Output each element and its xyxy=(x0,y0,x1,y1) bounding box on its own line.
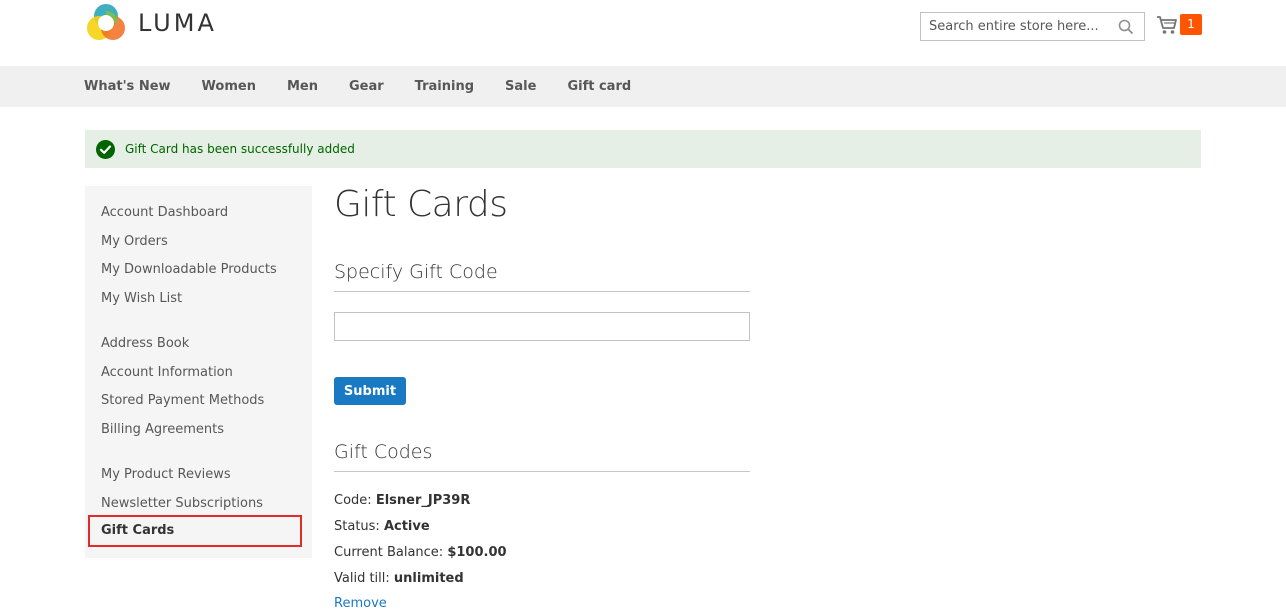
gift-code-input[interactable] xyxy=(334,312,750,341)
nav-item-women[interactable]: Women xyxy=(202,79,256,94)
sidebar-item-billing-agreements[interactable]: Billing Agreements xyxy=(101,422,224,437)
page-title: Gift Cards xyxy=(334,184,508,225)
nav-item-men[interactable]: Men xyxy=(287,79,318,94)
specify-gift-code-heading: Specify Gift Code xyxy=(334,261,750,292)
nav-item-whats-new[interactable]: What's New xyxy=(84,79,171,94)
sidebar-item-stored-payment-methods[interactable]: Stored Payment Methods xyxy=(101,393,264,408)
account-sidebar: Account Dashboard My Orders My Downloada… xyxy=(85,186,312,558)
main-navigation: What's New Women Men Gear Training Sale … xyxy=(0,66,1286,107)
cart-count-badge: 1 xyxy=(1180,14,1202,35)
balance-value: $100.00 xyxy=(447,545,507,560)
gift-code-row: Code: Elsner_JP39R xyxy=(334,493,470,508)
remove-link[interactable]: Remove xyxy=(334,596,387,611)
luma-logo[interactable]: LUMA xyxy=(86,3,217,43)
logo-text: LUMA xyxy=(138,9,217,37)
balance-label: Current Balance: xyxy=(334,545,444,560)
success-message: Gift Card has been successfully added xyxy=(85,130,1201,168)
success-message-text: Gift Card has been successfully added xyxy=(125,142,355,156)
check-circle-icon xyxy=(96,139,115,159)
sidebar-item-account-dashboard[interactable]: Account Dashboard xyxy=(101,205,228,220)
sidebar-item-my-wish-list[interactable]: My Wish List xyxy=(101,291,182,306)
submit-button[interactable]: Submit xyxy=(334,377,406,405)
valid-till-row: Valid till: unlimited xyxy=(334,571,464,586)
sidebar-item-newsletter-subscriptions[interactable]: Newsletter Subscriptions xyxy=(101,496,263,511)
sidebar-item-account-information[interactable]: Account Information xyxy=(101,365,233,380)
code-value: Elsner_JP39R xyxy=(375,493,471,508)
header: LUMA 1 xyxy=(0,0,1286,66)
nav-item-training[interactable]: Training xyxy=(415,79,474,94)
status-label: Status: xyxy=(334,519,380,534)
status-value: Active xyxy=(383,519,430,534)
valid-till-label: Valid till: xyxy=(334,571,390,586)
code-label: Code: xyxy=(334,493,372,508)
balance-row: Current Balance: $100.00 xyxy=(334,545,507,560)
search-icon[interactable] xyxy=(1118,19,1134,35)
sidebar-item-address-book[interactable]: Address Book xyxy=(101,336,189,351)
sidebar-item-my-downloadable-products[interactable]: My Downloadable Products xyxy=(101,262,277,277)
sidebar-item-gift-cards[interactable]: Gift Cards xyxy=(88,515,302,547)
gift-codes-heading: Gift Codes xyxy=(334,441,750,472)
shopping-cart-icon xyxy=(1157,15,1177,34)
nav-item-gift-card[interactable]: Gift card xyxy=(567,79,631,94)
sidebar-item-my-orders[interactable]: My Orders xyxy=(101,234,168,249)
luma-logo-icon xyxy=(87,4,125,40)
sidebar-item-my-product-reviews[interactable]: My Product Reviews xyxy=(101,467,231,482)
nav-item-sale[interactable]: Sale xyxy=(505,79,536,94)
status-row: Status: Active xyxy=(334,519,430,534)
nav-item-gear[interactable]: Gear xyxy=(349,79,384,94)
minicart[interactable]: 1 xyxy=(1156,14,1202,35)
search-box xyxy=(920,12,1145,41)
valid-till-value: unlimited xyxy=(393,571,464,586)
search-input[interactable] xyxy=(921,13,1111,40)
